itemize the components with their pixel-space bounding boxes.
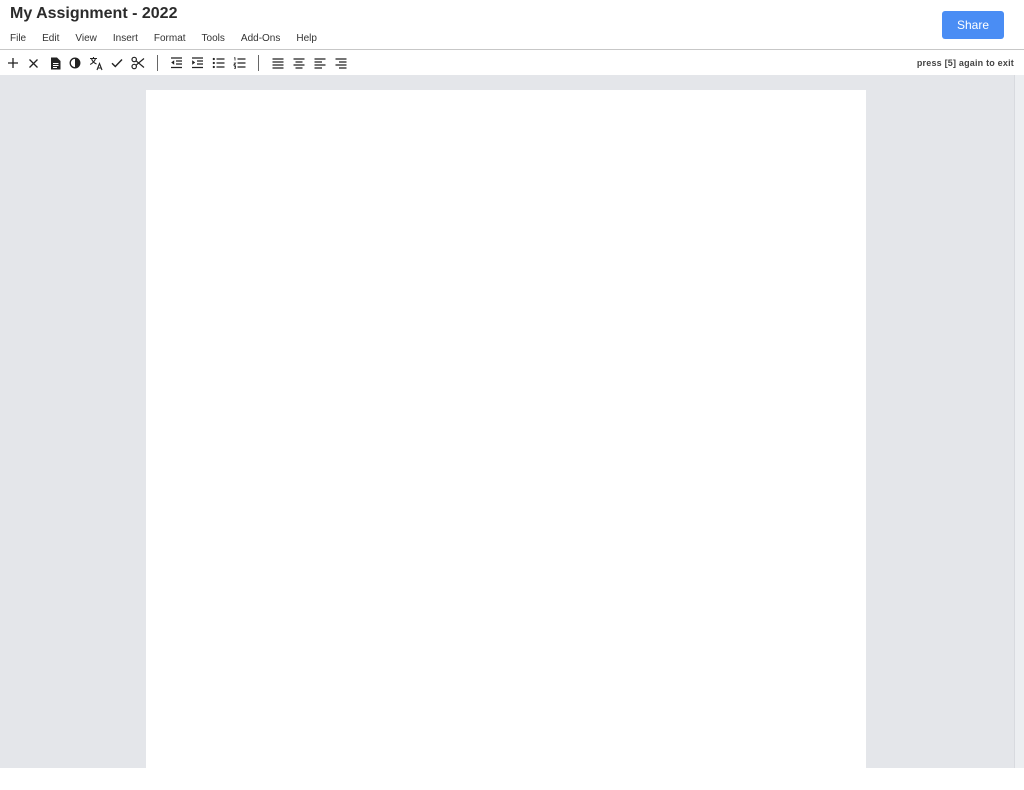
menu-view[interactable]: View [75,33,97,47]
menu-format[interactable]: Format [154,33,186,47]
toolbar-divider [157,55,158,71]
document-title[interactable]: My Assignment - 2022 [10,5,177,23]
add-icon[interactable] [5,55,21,71]
check-icon[interactable] [109,55,125,71]
numbered-list-icon[interactable] [231,55,247,71]
translate-icon[interactable] [88,55,104,71]
document-icon[interactable] [47,55,63,71]
contrast-icon[interactable] [67,55,83,71]
menu-insert[interactable]: Insert [113,33,138,47]
document-page[interactable] [146,90,866,790]
document-canvas [0,75,1024,790]
indent-increase-icon[interactable] [189,55,205,71]
share-button[interactable]: Share [942,11,1004,39]
menu-file[interactable]: File [10,33,26,47]
menu-help[interactable]: Help [296,33,317,47]
vertical-scrollbar[interactable] [1014,75,1024,768]
formatting-toolbar: press [5] again to exit [0,51,1024,75]
menu-edit[interactable]: Edit [42,33,59,47]
bulleted-list-icon[interactable] [210,55,226,71]
toolbar-divider [258,55,259,71]
align-justify-icon[interactable] [270,55,286,71]
menu-bar: File Edit View Insert Format Tools Add-O… [10,33,333,47]
align-right-icon[interactable] [333,55,349,71]
align-center-icon[interactable] [291,55,307,71]
app-header: My Assignment - 2022 File Edit View Inse… [0,0,1024,50]
menu-tools[interactable]: Tools [202,33,225,47]
indent-decrease-icon[interactable] [168,55,184,71]
align-left-icon[interactable] [312,55,328,71]
scissors-icon[interactable] [130,55,146,71]
close-icon[interactable] [25,55,41,71]
menu-add-ons[interactable]: Add-Ons [241,33,280,47]
exit-hint: press [5] again to exit [916,58,1014,68]
